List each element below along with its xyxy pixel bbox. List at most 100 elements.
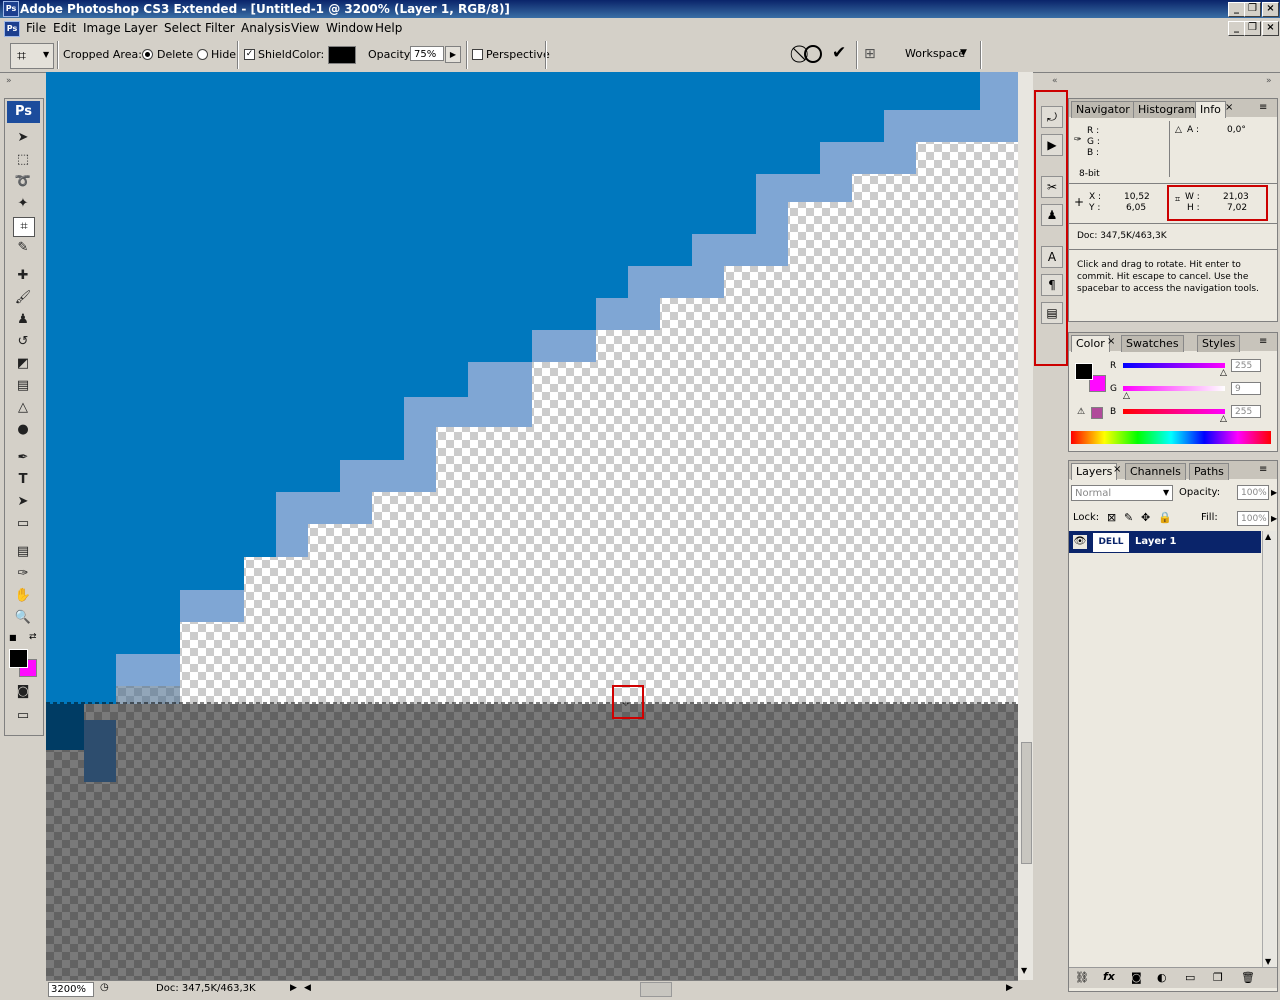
shape-tool-icon[interactable]: ▭ [13,515,33,533]
restore-button[interactable]: ❐ [1244,2,1261,17]
actions-panel-icon[interactable]: ▶ [1041,134,1063,156]
brush-tool-icon[interactable]: 🖌 [13,289,33,307]
blur-tool-icon[interactable]: △ [13,399,33,417]
eraser-tool-icon[interactable]: ◩ [13,355,33,373]
swap-colors-icon[interactable]: ⇄ [29,632,37,642]
fill-arrow-icon[interactable]: ▶ [1271,514,1277,523]
fill-field[interactable]: 100% [1237,511,1269,526]
shield-color-swatch[interactable] [328,46,356,64]
opacity-slider-button[interactable]: ▶ [445,46,461,63]
path-selection-icon[interactable]: ➤ [13,493,33,511]
crop-tool-icon[interactable]: ⌗ [13,217,35,237]
gamut-color-swatch[interactable] [1091,407,1103,419]
tool-preset-picker[interactable]: ⌗ ▼ [10,43,54,69]
menu-window[interactable]: Window [326,21,373,35]
perspective-checkbox[interactable] [472,49,483,60]
cancel-crop-button[interactable] [804,45,822,63]
scroll-left-arrow-icon[interactable]: ◀ [304,983,311,993]
layer-opacity-arrow-icon[interactable]: ▶ [1271,488,1277,497]
expand-toolbox-icon[interactable]: » [6,76,12,86]
menu-edit[interactable]: Edit [53,21,76,35]
move-tool-icon[interactable]: ➤ [13,129,33,147]
close-tab-icon[interactable]: × [1107,336,1115,347]
menu-filter[interactable]: Filter [205,21,235,35]
layers-scrollbar[interactable]: ▲ ▼ [1262,531,1276,973]
ps-logo[interactable]: Ps [7,101,40,123]
workspace-label[interactable]: Workspace [905,47,965,60]
add-mask-icon[interactable]: ◙ [1131,971,1142,984]
green-slider-thumb-icon[interactable]: △ [1123,391,1130,401]
menu-select[interactable]: Select [164,21,201,35]
shield-checkbox[interactable]: ✓ [244,49,255,60]
history-brush-icon[interactable]: ↺ [13,333,33,351]
gradient-tool-icon[interactable]: ▤ [13,377,33,395]
close-button[interactable]: × [1262,2,1279,17]
blend-mode-select[interactable]: Normal [1071,485,1173,501]
clone-source-panel-icon[interactable]: ♟ [1041,204,1063,226]
doc-restore-button[interactable]: ❐ [1244,21,1261,36]
commit-check-icon[interactable]: ✔ [832,43,846,63]
tab-layers[interactable]: Layers [1071,463,1118,480]
green-value-field[interactable]: 9 [1231,382,1261,395]
slice-tool-icon[interactable]: ✎ [13,239,33,257]
quick-mask-icon[interactable]: ◙ [13,683,33,701]
tab-styles[interactable]: Styles [1197,335,1241,352]
doc-close-button[interactable]: × [1262,21,1279,36]
bridge-icon[interactable]: ⊞ [864,46,876,62]
panel-menu-icon[interactable]: ≡ [1259,102,1267,113]
magic-wand-tool-icon[interactable]: ✦ [13,195,33,213]
pen-tool-icon[interactable]: ✒ [13,449,33,467]
lock-position-icon[interactable]: ✥ [1141,511,1150,524]
lock-transparency-icon[interactable]: ⊠ [1107,511,1116,524]
gamut-warning-icon[interactable]: ⚠ [1077,407,1085,417]
workspace-chevron-icon[interactable]: ▼ [960,48,967,58]
clone-stamp-icon[interactable]: ♟ [13,311,33,329]
red-slider-thumb-icon[interactable]: △ [1220,368,1227,378]
healing-brush-icon[interactable]: ✚ [13,267,33,285]
foreground-color-swatch[interactable] [9,649,28,668]
opacity-input[interactable]: 75% [410,46,444,61]
tab-channels[interactable]: Channels [1125,463,1186,480]
menu-help[interactable]: Help [375,21,402,35]
blend-mode-chevron-icon[interactable]: ▼ [1163,488,1169,497]
history-panel-icon[interactable]: ⤾ [1041,106,1063,128]
tab-color[interactable]: Color [1071,335,1110,352]
layer-opacity-field[interactable]: 100% [1237,485,1269,500]
scroll-right-arrow-icon[interactable]: ▶ [1006,983,1013,993]
delete-radio[interactable] [142,49,153,60]
panel-menu-icon[interactable]: ≡ [1259,336,1267,347]
close-tab-icon[interactable]: × [1113,464,1121,475]
vertical-scroll-thumb[interactable] [1021,742,1032,864]
default-colors-icon[interactable]: ■ [9,633,17,642]
color-spectrum-bar[interactable] [1071,431,1271,444]
hand-tool-icon[interactable]: ✋ [13,587,33,605]
delete-layer-icon[interactable]: 🗑 [1241,971,1255,984]
character-panel-icon[interactable]: A [1041,246,1063,268]
tab-swatches[interactable]: Swatches [1121,335,1184,352]
collapse-dock-icon[interactable]: « [1052,76,1058,86]
lock-pixels-icon[interactable]: ✎ [1124,511,1133,524]
doc-minimize-button[interactable]: _ [1228,21,1245,36]
layer-style-icon[interactable]: fx [1103,970,1115,983]
tab-histogram[interactable]: Histogram [1133,101,1201,118]
new-group-icon[interactable]: ▭ [1185,971,1195,984]
scroll-down-arrow-icon[interactable]: ▼ [1265,957,1271,966]
tab-navigator[interactable]: Navigator [1071,101,1135,118]
close-tab-icon[interactable]: × [1225,102,1233,113]
menu-view[interactable]: View [291,21,319,35]
red-slider[interactable] [1123,363,1225,368]
menu-analysis[interactable]: Analysis [241,21,290,35]
marquee-tool-icon[interactable]: ⬚ [13,151,33,169]
blue-slider-thumb-icon[interactable]: △ [1220,414,1227,424]
canvas-image[interactable]: ⌖ [46,72,1018,980]
lock-all-icon[interactable]: 🔒 [1158,511,1172,524]
horizontal-scroll-thumb[interactable] [640,982,672,997]
hide-radio[interactable] [197,49,208,60]
red-value-field[interactable]: 255 [1231,359,1261,372]
screen-mode-icon[interactable]: ▭ [13,707,33,725]
status-menu-icon[interactable]: ◷ [100,982,109,993]
zoom-field[interactable]: 3200% [48,982,94,997]
tab-paths[interactable]: Paths [1189,463,1229,480]
tab-info[interactable]: Info [1195,101,1226,118]
layer-name[interactable]: Layer 1 [1135,536,1176,547]
